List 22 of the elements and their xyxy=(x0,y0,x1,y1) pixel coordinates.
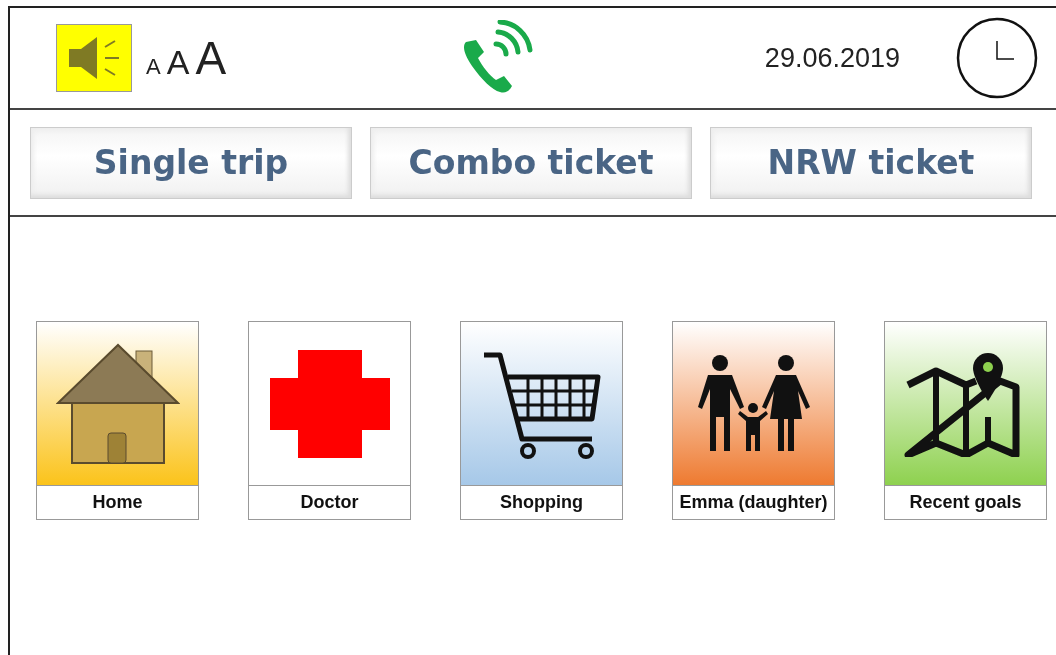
speaker-button[interactable] xyxy=(56,24,132,92)
ticket-tab[interactable]: Combo ticket xyxy=(370,126,692,199)
tile-label: Emma (daughter) xyxy=(678,491,829,514)
destination-tile[interactable]: Emma (daughter) xyxy=(672,321,835,520)
destination-tile[interactable]: Recent goals xyxy=(884,321,1047,520)
family-icon xyxy=(695,354,812,453)
font-size-button[interactable]: A xyxy=(146,54,161,80)
tile-label: Recent goals xyxy=(908,491,1023,514)
tile-label: Shopping xyxy=(499,491,584,514)
ticket-tab[interactable]: Single trip xyxy=(30,126,352,199)
font-size-button[interactable]: A xyxy=(195,31,227,85)
destination-tile[interactable]: Doctor xyxy=(248,321,411,520)
date-text: 29.06.2019 xyxy=(764,42,900,74)
clock-icon xyxy=(956,17,1038,99)
ticket-tab[interactable]: NRW ticket xyxy=(710,126,1032,199)
destination-tile[interactable]: Shopping xyxy=(460,321,623,520)
cross-icon xyxy=(269,349,390,458)
destination-tile[interactable]: Home xyxy=(36,321,199,520)
tile-label: Home xyxy=(91,491,144,514)
font-size-button[interactable]: A xyxy=(166,43,190,82)
tile-label: Doctor xyxy=(299,491,360,514)
house-icon xyxy=(55,342,180,465)
